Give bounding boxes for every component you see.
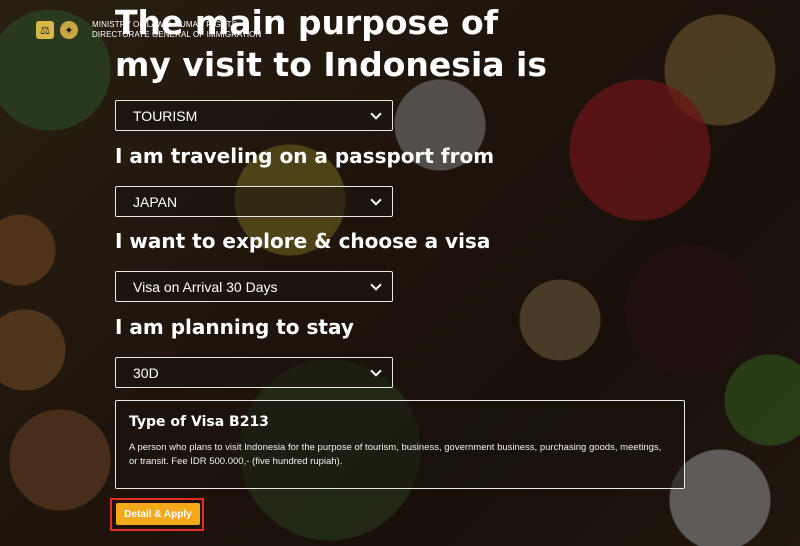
passport-select-value: JAPAN [133, 193, 178, 210]
detail-apply-button[interactable]: Detail & Apply [116, 503, 200, 525]
visa-select[interactable]: Visa on Arrival 30 Days [115, 271, 393, 302]
stay-select[interactable]: 30D [115, 357, 393, 388]
purpose-select[interactable]: TOURISM [115, 100, 393, 131]
chevron-down-icon [370, 278, 382, 291]
chevron-down-icon [370, 107, 382, 120]
ministry-emblem-icon: ⚖ [36, 21, 54, 39]
stay-select-value: 30D [133, 364, 159, 381]
page-headline: The main purpose of my visit to Indonesi… [115, 3, 547, 84]
visa-select-value: Visa on Arrival 30 Days [133, 278, 278, 295]
passport-select[interactable]: JAPAN [115, 186, 393, 217]
purpose-select-value: TOURISM [133, 107, 198, 124]
visa-label: I want to explore & choose a visa [115, 229, 491, 253]
chevron-down-icon [370, 364, 382, 377]
visa-info-card: Type of Visa B213 A person who plans to … [115, 400, 685, 489]
chevron-down-icon [370, 193, 382, 206]
visa-type-description: A person who plans to visit Indonesia fo… [129, 442, 662, 467]
stay-label: I am planning to stay [115, 315, 354, 339]
passport-label: I am traveling on a passport from [115, 144, 495, 168]
immigration-emblem-icon: ✦ [60, 21, 78, 39]
visa-type-title: Type of Visa B213 [129, 414, 269, 430]
